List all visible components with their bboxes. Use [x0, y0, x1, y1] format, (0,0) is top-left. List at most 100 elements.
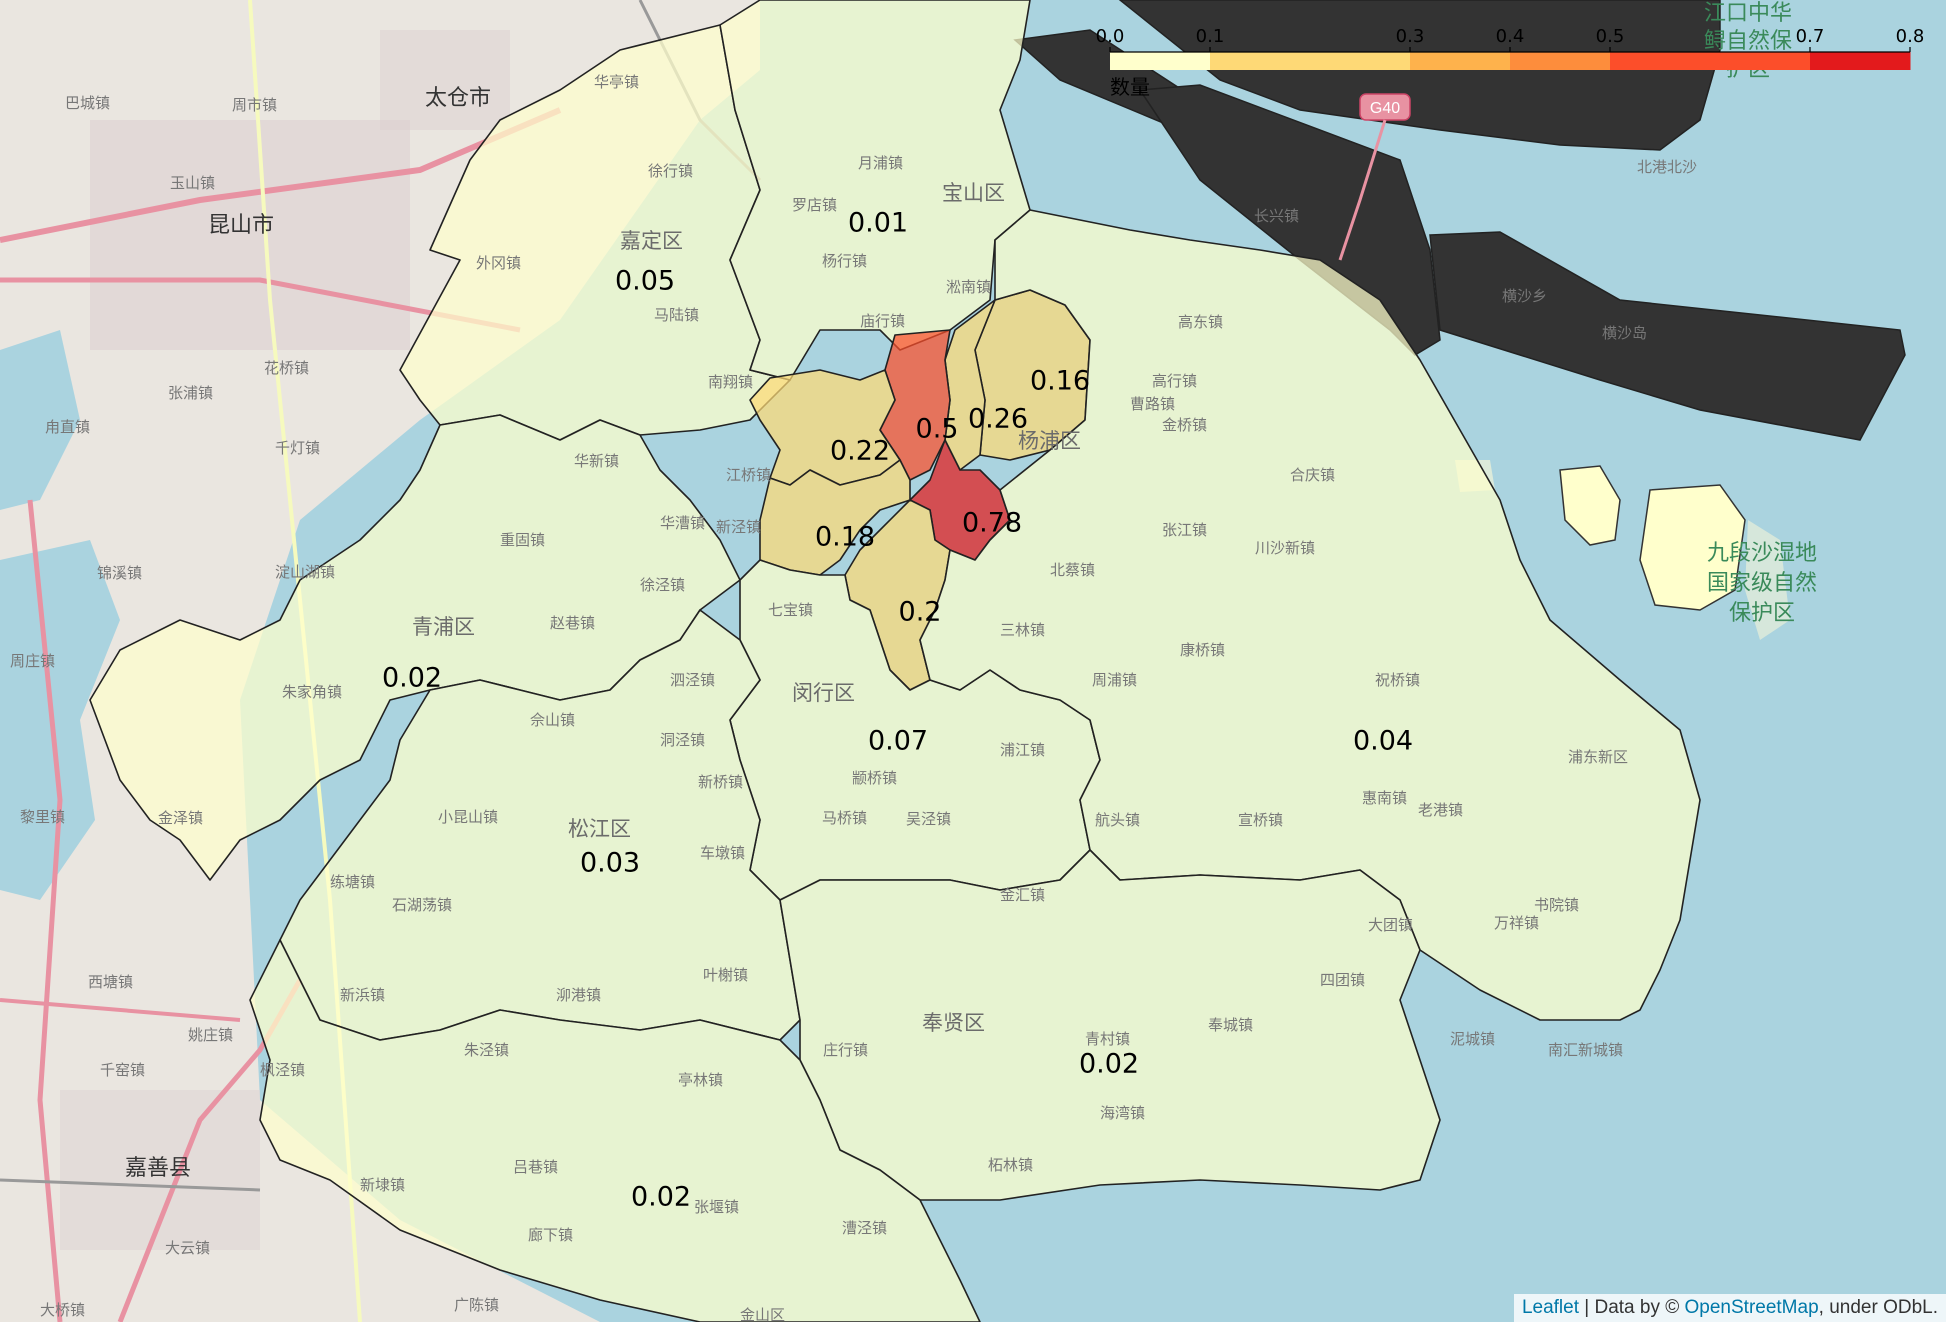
district-value-label: 0.26: [968, 404, 1028, 435]
map-canvas[interactable]: 太仓市昆山市嘉善县嘉定区宝山区青浦区闵行区松江区奉贤区杨浦区巴城镇 周市镇玉山镇华…: [0, 0, 1946, 1322]
town-label: 练塘镇: [330, 873, 375, 891]
town-label: 大桥镇: [40, 1301, 85, 1319]
town-label: 张江镇: [1162, 521, 1207, 539]
town-label: 高行镇: [1152, 372, 1197, 390]
town-label: 千窑镇: [100, 1061, 145, 1079]
town-label: 金泽镇: [158, 809, 203, 827]
district-name-label: 嘉定区: [620, 229, 683, 253]
town-label: 洞泾镇: [660, 731, 705, 749]
town-label: 青村镇: [1085, 1030, 1130, 1048]
district-region[interactable]: [779, 849, 1441, 1201]
town-label: 横沙岛: [1602, 324, 1647, 342]
town-label: 周浦镇: [1092, 671, 1137, 689]
town-label: 宣桥镇: [1238, 811, 1283, 829]
district-value-label: 0.5: [916, 414, 959, 445]
town-label: 新浜镇: [340, 986, 385, 1004]
district-value-label: 0.02: [631, 1182, 691, 1213]
legend-tick-label: 0.5: [1596, 26, 1625, 47]
district-value-label: 0.07: [868, 726, 928, 757]
town-label: 淞南镇: [946, 278, 991, 296]
town-label: 周庄镇: [10, 652, 55, 670]
legend-color-step: [1110, 52, 1211, 70]
district-value-label: 0.02: [1079, 1049, 1139, 1080]
town-label: 小昆山镇: [438, 808, 498, 826]
legend-tick-label: 0.3: [1396, 26, 1425, 47]
town-label: 庄行镇: [823, 1041, 868, 1059]
town-label: 叶榭镇: [703, 966, 748, 984]
town-label: 广陈镇: [454, 1296, 499, 1314]
town-label: 新埭镇: [360, 1176, 405, 1194]
city-label: 太仓市: [425, 86, 491, 111]
legend-color-step: [1810, 52, 1911, 70]
town-label: 罗店镇: [792, 196, 837, 214]
town-label: 南汇新城镇: [1548, 1041, 1623, 1059]
town-label: 川沙新镇: [1255, 539, 1315, 557]
town-label: 徐泾镇: [640, 576, 685, 594]
legend-color-step: [1410, 52, 1511, 70]
town-label: 北蔡镇: [1050, 561, 1095, 579]
town-label: 枫泾镇: [260, 1061, 305, 1079]
town-label: 甪直镇: [45, 418, 90, 436]
town-label: 泖港镇: [556, 986, 601, 1004]
town-label: 华新镇: [574, 452, 619, 470]
town-label: 车墩镇: [700, 844, 745, 862]
district-region[interactable]: [749, 369, 901, 486]
district-value-label: 0.04: [1353, 726, 1413, 757]
map-container[interactable]: 太仓市 昆山市 嘉善县 嘉定区 宝山区 青浦区 闵行区 松江区 奉贤区 杨浦区 巴城镇 周市镇 玉山镇华…: [0, 0, 1946, 1322]
legend-color-step: [1210, 52, 1411, 70]
town-label: 花桥镇: [264, 359, 309, 377]
town-label: 佘山镇: [530, 711, 575, 729]
town-label: 石湖荡镇: [392, 896, 452, 914]
town-label: 江桥镇: [726, 466, 771, 484]
town-label: 朱家角镇: [282, 683, 342, 701]
town-label: 赵巷镇: [550, 614, 595, 632]
town-label: 祝桥镇: [1375, 671, 1420, 689]
legend-caption: 数量: [1110, 75, 1150, 99]
town-label: 吕巷镇: [513, 1158, 558, 1176]
town-label: 淀山湖镇: [275, 563, 335, 581]
town-label: 横沙乡: [1502, 287, 1547, 305]
city-label: 昆山市: [208, 213, 274, 238]
map-attribution: Leaflet | Data by © OpenStreetMap, under…: [1513, 1294, 1946, 1322]
town-label: 金山区: [740, 1306, 785, 1322]
town-label: 长兴镇: [1254, 207, 1299, 225]
town-label: 大团镇: [1368, 916, 1413, 934]
town-label: 万祥镇: [1494, 914, 1539, 932]
district-name-label: 松江区: [568, 817, 631, 841]
district-name-label: 奉贤区: [922, 1011, 985, 1035]
town-label: 海湾镇: [1100, 1104, 1145, 1122]
town-label: 张堰镇: [694, 1198, 739, 1216]
town-label: 惠南镇: [1362, 789, 1407, 807]
legend-tick-label: 0.1: [1196, 26, 1225, 47]
town-label: 西塘镇: [88, 973, 133, 991]
town-label: 金桥镇: [1162, 416, 1207, 434]
town-label: 巴城镇: [65, 94, 110, 112]
town-label: 北港北沙: [1637, 158, 1697, 176]
legend-tick-label: 0.8: [1896, 26, 1925, 47]
town-label: 周市镇: [232, 96, 277, 114]
town-label: 华亭镇: [594, 73, 639, 91]
town-label: 奉城镇: [1208, 1016, 1253, 1034]
town-label: 张浦镇: [168, 384, 213, 402]
legend-tick-label: 0.7: [1796, 26, 1825, 47]
openstreetmap-link[interactable]: OpenStreetMap: [1685, 1297, 1819, 1318]
district-value-label: 0.05: [615, 266, 675, 297]
legend-tick-label: 0.0: [1096, 26, 1125, 47]
town-label: 锦溪镇: [97, 564, 142, 582]
town-label: 康桥镇: [1180, 641, 1225, 659]
town-label: 月浦镇: [858, 154, 903, 172]
district-value-label: 0.22: [830, 436, 890, 467]
district-name-label: 宝山区: [942, 181, 1005, 205]
town-label: 柘林镇: [988, 1156, 1033, 1174]
legend-color-step: [1510, 52, 1611, 70]
reserve-label: 九段沙湿地国家级自然保护区: [1707, 541, 1817, 626]
town-label: 合庆镇: [1290, 466, 1335, 484]
town-label: 泗泾镇: [670, 671, 715, 689]
town-label: 新桥镇: [698, 773, 743, 791]
town-label: 黎里镇: [20, 808, 65, 826]
town-label: 马陆镇: [654, 306, 699, 324]
town-label: 大云镇: [165, 1239, 210, 1257]
attribution-suffix: , under ODbL.: [1818, 1297, 1938, 1318]
leaflet-link[interactable]: Leaflet: [1522, 1297, 1579, 1318]
town-label: 庙行镇: [860, 312, 905, 330]
